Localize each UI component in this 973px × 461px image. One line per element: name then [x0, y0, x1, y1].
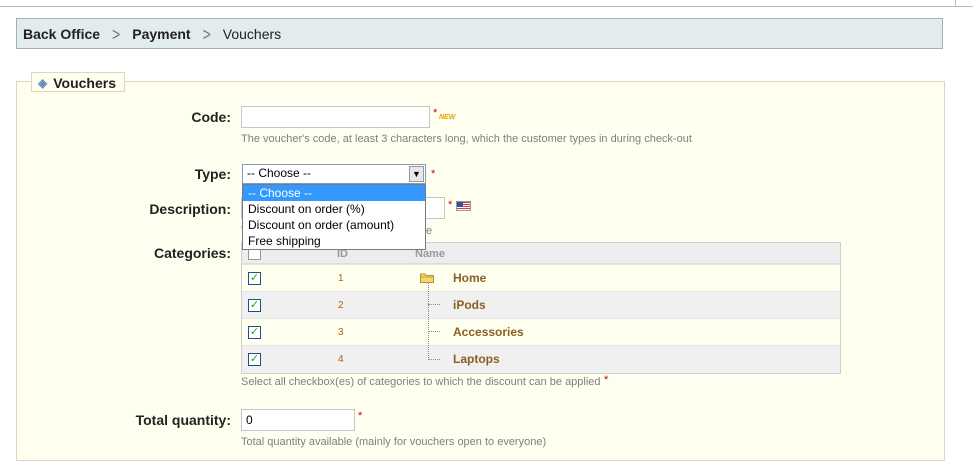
- quantity-label: Total quantity:: [135, 412, 231, 428]
- type-dropdown-list: -- Choose -- Discount on order (%) Disco…: [242, 184, 426, 250]
- category-id: 3: [338, 327, 344, 338]
- breadcrumb: Back Office > Payment > Vouchers: [16, 18, 943, 49]
- tree-connector: [428, 331, 440, 332]
- tree-connector: [428, 359, 440, 360]
- table-row: ✓ 4 Laptops: [242, 345, 840, 373]
- row-checkbox[interactable]: ✓: [248, 299, 261, 312]
- breadcrumb-separator: >: [202, 23, 211, 44]
- type-select-value: -- Choose --: [247, 166, 312, 180]
- category-name[interactable]: Home: [453, 271, 486, 285]
- description-hint-end: e: [426, 225, 433, 237]
- category-id: 2: [338, 300, 344, 311]
- type-option[interactable]: Discount on order (%): [243, 201, 425, 217]
- categories-hint: Select all checkbox(es) of categories to…: [241, 376, 601, 388]
- breadcrumb-back-office[interactable]: Back Office: [23, 26, 100, 42]
- type-required-mark: *: [431, 168, 436, 180]
- categories-required-mark: *: [604, 374, 609, 386]
- type-select[interactable]: -- Choose -- ▼: [242, 164, 426, 184]
- type-option[interactable]: Discount on order (amount): [243, 217, 425, 233]
- row-checkbox[interactable]: ✓: [248, 272, 261, 285]
- code-hint: The voucher's code, at least 3 character…: [241, 133, 692, 145]
- us-flag-icon[interactable]: [456, 201, 471, 211]
- table-row: ✓ 1 Home: [242, 264, 840, 292]
- category-name[interactable]: Accessories: [453, 325, 524, 339]
- category-id: 1: [338, 273, 344, 284]
- code-label: Code:: [191, 109, 231, 125]
- type-label: Type:: [194, 166, 231, 182]
- row-checkbox[interactable]: ✓: [248, 353, 261, 366]
- row-checkbox[interactable]: ✓: [248, 326, 261, 339]
- tree-connector: [428, 304, 440, 305]
- tag-icon: ◈: [38, 75, 48, 90]
- new-badge: NEW: [439, 114, 456, 121]
- legend-title: Vouchers: [53, 74, 116, 91]
- type-option[interactable]: -- Choose --: [243, 185, 425, 201]
- tree-connector: [428, 283, 429, 360]
- folder-icon[interactable]: [420, 272, 434, 283]
- code-input[interactable]: [241, 106, 430, 128]
- categories-label: Categories:: [153, 245, 231, 261]
- categories-table: ID Name ✓ 1 Home ✓ 2 iPods ✓ 3 Accessori…: [241, 242, 841, 374]
- description-label: Description:: [149, 201, 231, 217]
- chevron-down-icon[interactable]: ▼: [409, 166, 424, 182]
- quantity-input[interactable]: [241, 409, 355, 431]
- top-frame-border: [0, 0, 973, 7]
- breadcrumb-separator: >: [112, 23, 121, 44]
- category-id: 4: [338, 354, 344, 365]
- breadcrumb-current: Vouchers: [222, 25, 282, 42]
- form-legend: ◈ Vouchers: [31, 72, 125, 92]
- quantity-required-mark: *: [358, 410, 363, 422]
- table-row: ✓ 2 iPods: [242, 291, 840, 319]
- category-name[interactable]: Laptops: [453, 352, 500, 366]
- breadcrumb-payment[interactable]: Payment: [132, 26, 190, 42]
- type-option[interactable]: Free shipping: [243, 233, 425, 249]
- quantity-hint: Total quantity available (mainly for vou…: [241, 436, 547, 448]
- description-required-mark: *: [448, 199, 453, 211]
- code-required-mark: *: [433, 107, 438, 119]
- category-name[interactable]: iPods: [453, 298, 486, 312]
- table-row: ✓ 3 Accessories: [242, 318, 840, 346]
